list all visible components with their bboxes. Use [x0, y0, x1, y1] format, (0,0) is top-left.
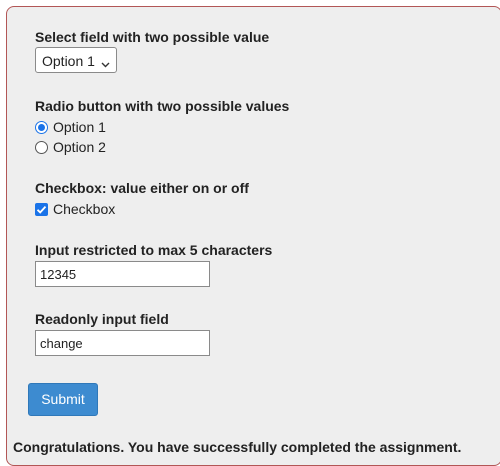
select-label: Select field with two possible value — [35, 29, 270, 45]
readonly-label: Readonly input field — [35, 311, 169, 327]
checkbox-label: Checkbox: value either on or off — [35, 180, 249, 196]
radio-option-2-label: Option 2 — [53, 139, 106, 155]
chevron-down-icon — [101, 56, 110, 68]
checkbox[interactable] — [35, 203, 48, 216]
radio-label: Radio button with two possible values — [35, 98, 290, 114]
readonly-input-value: change — [40, 336, 83, 351]
max5-label: Input restricted to max 5 characters — [35, 242, 273, 258]
max5-input-value: 12345 — [40, 267, 77, 282]
option-select[interactable]: Option 1 — [35, 47, 117, 73]
success-message: Congratulations. You have successfully c… — [13, 439, 462, 455]
select-value: Option 1 — [42, 53, 95, 69]
radio-option-1[interactable]: Option 1 — [35, 119, 155, 137]
radio-button-option-1[interactable] — [35, 121, 48, 134]
checkbox-text: Checkbox — [53, 201, 116, 217]
readonly-input[interactable]: change — [35, 330, 210, 356]
radio-button-option-2[interactable] — [35, 141, 48, 154]
check-icon — [36, 205, 47, 214]
radio-option-1-label: Option 1 — [53, 119, 106, 135]
max5-input[interactable]: 12345 — [35, 261, 210, 287]
checkbox-row[interactable]: Checkbox — [35, 201, 155, 219]
radio-option-2[interactable]: Option 2 — [35, 139, 155, 157]
submit-button[interactable]: Submit — [28, 383, 98, 416]
